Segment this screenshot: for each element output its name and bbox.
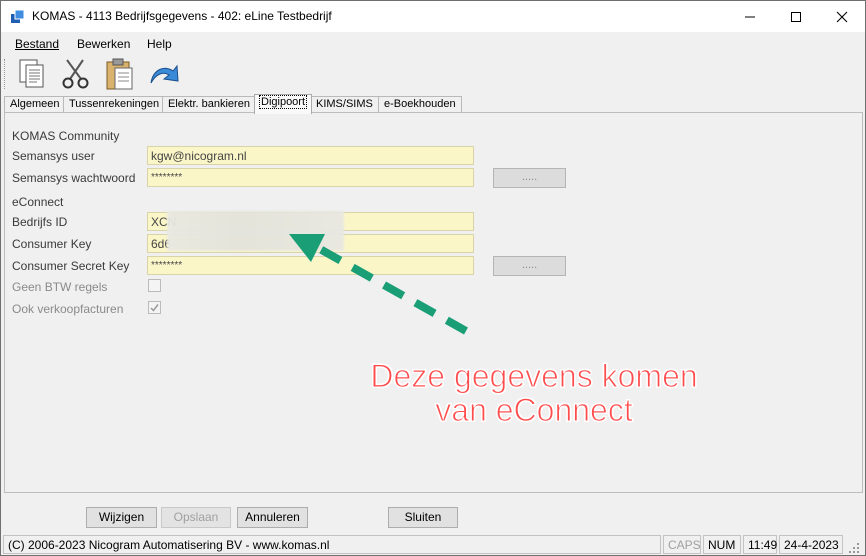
menu-bestand-label: Bestand xyxy=(15,37,60,51)
toolbar-grip[interactable] xyxy=(4,59,7,89)
title-bar: KOMAS - 4113 Bedrijfsgegevens - 402: eLi… xyxy=(1,1,865,32)
resize-grip-icon[interactable] xyxy=(847,541,861,555)
cut-icon[interactable] xyxy=(59,57,93,91)
semansys-ellipsis-button[interactable]: ..... xyxy=(493,168,566,188)
consumer-secret-ellipsis-button[interactable]: ..... xyxy=(493,256,566,276)
semansys-password-label: Semansys wachtwoord xyxy=(12,171,136,185)
ook-verkoop-label: Ook verkoopfacturen xyxy=(12,302,124,316)
menu-bar: Bestand Bewerken Help xyxy=(1,33,865,55)
tab-strip: Algemeen Tussenrekeningen Elektr. bankie… xyxy=(1,94,865,114)
status-copyright: (C) 2006-2023 Nicogram Automatisering BV… xyxy=(3,535,661,554)
geen-btw-checkbox[interactable] xyxy=(148,279,161,292)
annuleren-label: Annuleren xyxy=(245,510,300,524)
checkmark-icon xyxy=(150,304,159,312)
semansys-user-label: Semansys user xyxy=(12,149,95,163)
annotation-line-1: Deze gegevens komen xyxy=(370,358,698,394)
opslaan-button[interactable]: Opslaan xyxy=(161,507,231,528)
tab-kims-sims[interactable]: KIMS/SIMS xyxy=(310,96,379,113)
paste-icon[interactable] xyxy=(103,57,137,91)
minimize-button[interactable] xyxy=(727,1,773,32)
geen-btw-label: Geen BTW regels xyxy=(12,280,108,294)
ook-verkoop-checkbox[interactable] xyxy=(148,301,161,314)
sluiten-button[interactable]: Sluiten xyxy=(388,507,458,528)
opslaan-label: Opslaan xyxy=(173,510,219,524)
minimize-icon xyxy=(745,16,755,17)
annuleren-button[interactable]: Annuleren xyxy=(237,507,308,528)
sluiten-label: Sluiten xyxy=(404,510,442,524)
tab-elektr-bankieren[interactable]: Elektr. bankieren xyxy=(162,96,256,113)
tab-algemeen[interactable]: Algemeen xyxy=(4,96,66,113)
consumer-key-label: Consumer Key xyxy=(12,237,92,251)
menu-bewerken[interactable]: Bewerken xyxy=(77,37,130,51)
semansys-user-input[interactable]: kgw@nicogram.nl xyxy=(147,146,474,165)
tab-digipoort-label: Digipoort xyxy=(258,95,308,109)
consumer-secret-label: Consumer Secret Key xyxy=(12,259,130,273)
menu-help[interactable]: Help xyxy=(147,37,172,51)
close-icon xyxy=(836,11,848,22)
menu-bewerken-label: Bewerken xyxy=(77,37,131,51)
tab-tussenrekeningen-label: Tussenrekeningen xyxy=(69,98,160,110)
section-komas-community: KOMAS Community xyxy=(12,129,120,143)
menu-help-label: Help xyxy=(147,37,172,51)
tab-digipoort[interactable]: Digipoort xyxy=(254,94,313,114)
close-button[interactable] xyxy=(819,1,865,32)
status-date: 24-4-2023 xyxy=(779,535,843,554)
komas-window: KOMAS - 4113 Bedrijfsgegevens - 402: eLi… xyxy=(0,0,866,556)
status-bar: (C) 2006-2023 Nicogram Automatisering BV… xyxy=(1,533,865,555)
window-title: KOMAS - 4113 Bedrijfsgegevens - 402: eLi… xyxy=(32,9,332,23)
tab-e-boekhouden[interactable]: e-Boekhouden xyxy=(378,96,462,113)
app-icon xyxy=(11,9,25,23)
semansys-password-input[interactable]: ******** xyxy=(147,168,474,187)
new-document-icon[interactable] xyxy=(15,57,49,91)
tab-algemeen-label: Algemeen xyxy=(10,98,60,110)
toolbar xyxy=(1,55,865,93)
maximize-button[interactable] xyxy=(773,1,819,32)
tab-kims-sims-label: KIMS/SIMS xyxy=(316,98,373,110)
annotation-arrow xyxy=(289,234,468,335)
status-num: NUM xyxy=(703,535,741,554)
tab-tussenrekeningen[interactable]: Tussenrekeningen xyxy=(63,96,166,113)
annotation-line-2: van eConnect xyxy=(435,392,633,428)
menu-bestand[interactable]: Bestand xyxy=(15,37,59,51)
tab-e-boekhouden-label: e-Boekhouden xyxy=(384,98,456,110)
status-caps: CAPS xyxy=(663,535,701,554)
bedrijfs-id-label: Bedrijfs ID xyxy=(12,215,68,229)
wijzigen-button[interactable]: Wijzigen xyxy=(86,507,157,528)
undo-icon[interactable] xyxy=(147,57,181,91)
wijzigen-label: Wijzigen xyxy=(98,510,145,524)
maximize-icon xyxy=(791,11,801,22)
tab-elektr-bankieren-label: Elektr. bankieren xyxy=(168,98,250,110)
section-econnect: eConnect xyxy=(12,195,64,209)
annotation-text: Deze gegevens komen van eConnect xyxy=(359,358,709,428)
status-time: 11:49 xyxy=(743,535,777,554)
